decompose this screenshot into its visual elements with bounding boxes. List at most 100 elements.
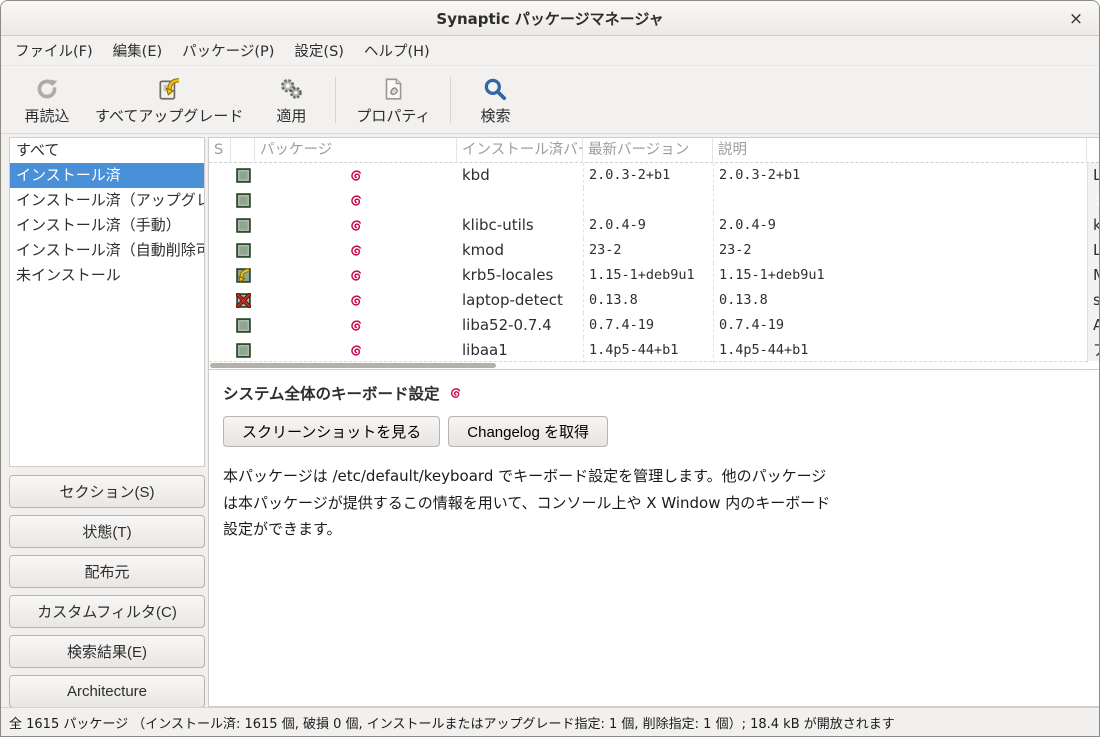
status-icon — [231, 163, 255, 188]
package-description: アスキーアートライブラリ — [1087, 338, 1099, 363]
package-description: Linux コンソールのフォントおよびキーテーブル用ユーティリティ — [1087, 163, 1099, 188]
properties-button[interactable]: プロパティ — [344, 70, 442, 130]
installed-version: 2.0.3-2+b1 — [583, 163, 713, 188]
view-buttons: セクション(S) 状態(T) 配布元 カスタムフィルタ(C) 検索結果(E) A… — [9, 475, 205, 708]
status-icon — [231, 213, 255, 238]
details-title-row: システム全体のキーボード設定 — [223, 382, 1085, 404]
header-installed-version[interactable]: インストール済バージョン — [457, 138, 583, 163]
package-name: kmod — [457, 238, 583, 263]
toolbar-separator — [335, 77, 336, 123]
filter-item-installed-upgradable[interactable]: インストール済（アップグレ — [10, 188, 204, 213]
header-latest-version[interactable]: 最新バージョン — [583, 138, 713, 163]
apply-button[interactable]: 適用 — [255, 70, 327, 130]
close-button[interactable]: × — [1065, 8, 1087, 30]
installed-version: 0.7.4-19 — [583, 313, 713, 338]
package-name: keyboard-configuration — [457, 188, 583, 213]
left-pane: すべて インストール済 インストール済（アップグレ インストール済（手動） イン… — [1, 134, 208, 707]
details-buttons: スクリーンショットを見る Changelog を取得 — [223, 416, 1085, 447]
status-icon — [231, 338, 255, 363]
menu-file[interactable]: ファイル(F) — [5, 36, 103, 65]
table-row[interactable]: laptop-detect 0.13.8 0.13.8 system chass… — [209, 288, 1099, 313]
titlebar: Synaptic パッケージマネージャ × — [1, 1, 1099, 36]
package-description: ATSC A/52 ストリームデコードライブラリ — [1087, 313, 1099, 338]
latest-version: 1.4p5-44+b1 — [713, 338, 1087, 363]
filter-item-not-installed[interactable]: 未インストール — [10, 263, 204, 288]
table-row[interactable]: kmod 23-2 23-2 Linux カーネルモジュール管理用ツール — [209, 238, 1099, 263]
hscroll-thumb[interactable] — [210, 363, 496, 368]
get-changelog-button[interactable]: Changelog を取得 — [448, 416, 608, 447]
table-row[interactable]: klibc-utils 2.0.4-9 2.0.4-9 klibc により構築さ… — [209, 213, 1099, 238]
table-row[interactable]: krb5-locales 1.15-1+deb9u1 1.15-1+deb9u1… — [209, 263, 1099, 288]
search-icon — [482, 74, 508, 102]
table-row[interactable]: libaa1 1.4p5-44+b1 1.4p5-44+b1 アスキーアートライ… — [209, 338, 1099, 363]
menu-settings[interactable]: 設定(S) — [284, 36, 354, 65]
debian-swirl-icon — [255, 163, 457, 188]
package-table: S パッケージ インストール済バージョン 最新バージョン 説明 — [208, 137, 1099, 370]
header-supported[interactable] — [231, 138, 255, 163]
apply-icon — [278, 74, 304, 102]
latest-version: 0.13.8 — [713, 288, 1087, 313]
menubar: ファイル(F) 編集(E) パッケージ(P) 設定(S) ヘルプ(H) — [1, 36, 1099, 66]
installed-version: 1.15-1+deb9u1 — [583, 263, 713, 288]
window-title: Synaptic パッケージマネージャ — [436, 8, 663, 29]
latest-version: 23-2 — [713, 238, 1087, 263]
search-button[interactable]: 検索 — [459, 70, 531, 130]
filter-item-installed-manual[interactable]: インストール済（手動） — [10, 213, 204, 238]
installed-version: 0.13.8 — [583, 288, 713, 313]
upgrade-all-icon — [156, 74, 182, 102]
menu-help[interactable]: ヘルプ(H) — [354, 36, 440, 65]
package-name: libaa1 — [457, 338, 583, 363]
toolbar: 再読込 すべてアップグレード 適用 プロパティ 検索 — [1, 66, 1099, 134]
statusbar-text: 全 1615 パッケージ （インストール済: 1615 個, 破損 0 個, イ… — [9, 713, 895, 732]
package-description: MIT Kerberos の国際化サポート — [1087, 263, 1099, 288]
origin-button[interactable]: 配布元 — [9, 555, 205, 588]
custom-filters-button[interactable]: カスタムフィルタ(C) — [9, 595, 205, 628]
filter-item-installed[interactable]: インストール済 — [10, 163, 204, 188]
latest-version: 2.0.4-9 — [713, 213, 1087, 238]
status-icon — [231, 313, 255, 338]
debian-swirl-icon — [255, 313, 457, 338]
package-description: system chassis type checker — [1087, 288, 1099, 313]
package-name: laptop-detect — [457, 288, 583, 313]
status-icon — [231, 188, 255, 213]
filter-item-all[interactable]: すべて — [10, 138, 204, 163]
main-content: すべて インストール済 インストール済（アップグレ インストール済（手動） イン… — [1, 134, 1099, 707]
package-description: Linux カーネルモジュール管理用ツール — [1087, 238, 1099, 263]
details-description: 本パッケージは /etc/default/keyboard でキーボード設定を管… — [223, 463, 831, 543]
reload-button[interactable]: 再読込 — [11, 70, 83, 130]
debian-swirl-icon — [255, 213, 457, 238]
menu-edit[interactable]: 編集(E) — [103, 36, 172, 65]
table-row[interactable]: kbd 2.0.3-2+b1 2.0.3-2+b1 Linux コンソールのフォ… — [209, 163, 1099, 188]
upgrade-all-button[interactable]: すべてアップグレード — [83, 70, 255, 130]
latest-version: 1.164 — [713, 188, 1087, 213]
debian-swirl-icon — [255, 188, 457, 213]
latest-version: 2.0.3-2+b1 — [713, 163, 1087, 188]
header-description[interactable]: 説明 — [713, 138, 1087, 163]
search-results-button[interactable]: 検索結果(E) — [9, 635, 205, 668]
status-icon — [231, 288, 255, 313]
package-name: liba52-0.7.4 — [457, 313, 583, 338]
status-button[interactable]: 状態(T) — [9, 515, 205, 548]
installed-version: 2.0.4-9 — [583, 213, 713, 238]
toolbar-separator — [450, 77, 451, 123]
debian-swirl-icon — [448, 386, 463, 401]
package-description: klibc により構築された小さな起動初期用ユーティリティ — [1087, 213, 1099, 238]
reload-icon — [34, 74, 60, 102]
sections-button[interactable]: セクション(S) — [9, 475, 205, 508]
details-package-title: システム全体のキーボード設定 — [223, 382, 440, 404]
view-screenshot-button[interactable]: スクリーンショットを見る — [223, 416, 440, 447]
package-name: krb5-locales — [457, 263, 583, 288]
architecture-button[interactable]: Architecture — [9, 675, 205, 708]
menu-package[interactable]: パッケージ(P) — [172, 36, 284, 65]
latest-version: 1.15-1+deb9u1 — [713, 263, 1087, 288]
latest-version: 0.7.4-19 — [713, 313, 1087, 338]
filter-item-installed-autoremovable[interactable]: インストール済（自動削除可 — [10, 238, 204, 263]
table-body: kbd 2.0.3-2+b1 2.0.3-2+b1 Linux コンソールのフォ… — [209, 163, 1099, 363]
table-row[interactable]: liba52-0.7.4 0.7.4-19 0.7.4-19 ATSC A/52… — [209, 313, 1099, 338]
debian-swirl-icon — [255, 338, 457, 363]
header-package[interactable]: パッケージ — [255, 138, 457, 163]
details-pane: システム全体のキーボード設定 スクリーンショットを見る Changelog を取… — [208, 370, 1099, 707]
synaptic-window: Synaptic パッケージマネージャ × ファイル(F) 編集(E) パッケー… — [0, 0, 1100, 737]
header-status[interactable]: S — [209, 138, 231, 163]
table-row[interactable]: keyboard-configuration 1.164 1.164 システム全… — [209, 188, 1099, 213]
